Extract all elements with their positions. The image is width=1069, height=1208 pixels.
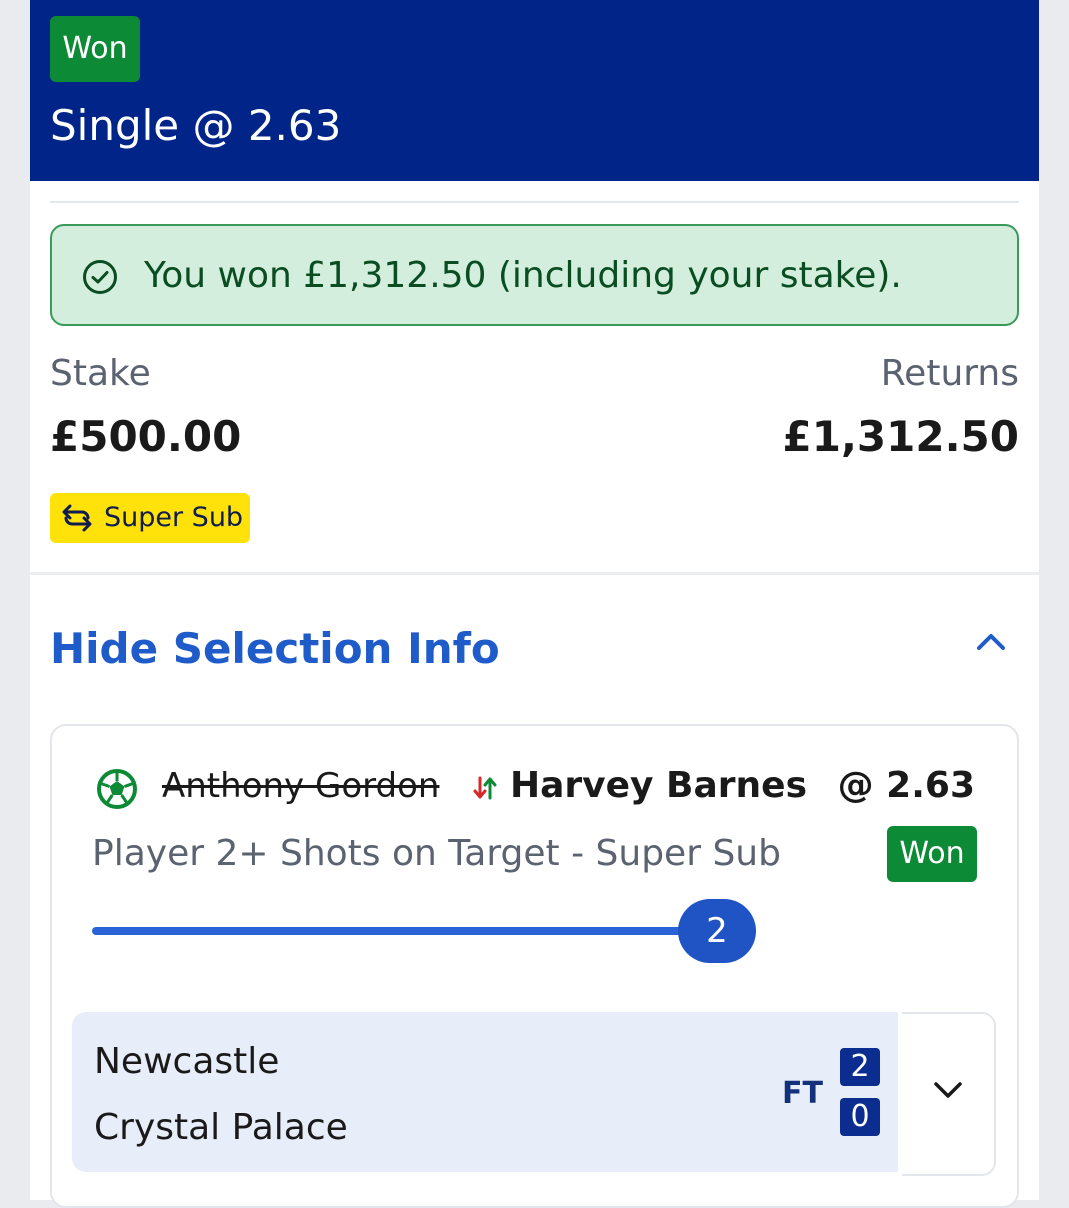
match-period: FT: [782, 1076, 823, 1111]
chevron-up-icon[interactable]: [975, 632, 1007, 652]
selection-odds: @ 2.63: [837, 765, 975, 806]
chevron-down-icon: [934, 1082, 962, 1098]
super-sub-tag: Super Sub: [50, 493, 250, 543]
returns-label: Returns: [880, 353, 1019, 394]
win-banner: You won £1,312.50 (including your stake)…: [50, 224, 1019, 326]
market-name: Player 2+ Shots on Target - Super Sub: [92, 833, 781, 874]
expand-event-button[interactable]: [902, 1012, 996, 1176]
divider: [50, 201, 1019, 203]
super-sub-label: Super Sub: [104, 502, 244, 533]
section-divider: [30, 572, 1039, 575]
away-score: 0: [840, 1098, 880, 1136]
home-score: 2: [840, 1048, 880, 1086]
status-badge: Won: [50, 16, 140, 82]
away-team: Crystal Palace: [94, 1107, 348, 1148]
selection-card: Anthony Gordon Harvey Barnes @ 2.63 Play…: [50, 724, 1019, 1208]
swap-icon: [62, 504, 92, 532]
event-scoreboard[interactable]: Newcastle Crystal Palace FT 2 0: [72, 1012, 898, 1172]
bet-title: Single @ 2.63: [50, 101, 342, 150]
win-message: You won £1,312.50 (including your stake)…: [144, 255, 902, 296]
stake-label: Stake: [50, 353, 151, 394]
bet-header: Won Single @ 2.63: [30, 0, 1039, 181]
substitute-player: Harvey Barnes: [510, 765, 808, 806]
progress-track: [92, 927, 692, 935]
hide-selection-info-toggle[interactable]: Hide Selection Info: [50, 622, 500, 676]
home-team: Newcastle: [94, 1041, 280, 1082]
check-circle-icon: [83, 260, 117, 294]
original-player: Anthony Gordon: [162, 766, 440, 806]
football-icon: [97, 769, 137, 809]
stake-value: £500.00: [50, 412, 242, 461]
bet-card: Won Single @ 2.63 You won £1,312.50 (inc…: [30, 0, 1039, 1208]
progress-count: 2: [678, 899, 756, 963]
returns-value: £1,312.50: [782, 412, 1019, 461]
substitution-icon: [473, 776, 497, 800]
selection-status-badge: Won: [887, 826, 977, 882]
